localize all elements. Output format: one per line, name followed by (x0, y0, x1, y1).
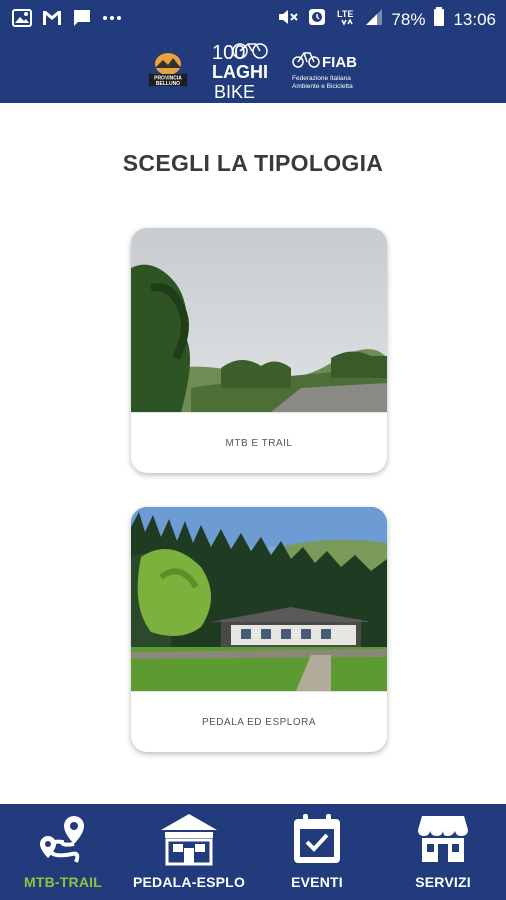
fiab-name: FIAB (322, 54, 357, 71)
nav-label: EVENTI (291, 874, 343, 890)
pedala-esplora-image (131, 507, 387, 691)
nav-pedala-esplo[interactable]: PEDALA-ESPLO (126, 804, 252, 900)
logo-100-mid: LAGHI (212, 62, 268, 82)
card-label: PEDALA ED ESPLORA (131, 691, 387, 752)
fiab-logo: FIAB Federazione Italiana Ambiente e Bic… (292, 48, 372, 92)
battery-icon (433, 7, 445, 32)
svg-text:LTE: LTE (337, 9, 353, 19)
message-icon (72, 8, 92, 33)
calendar-check-icon (291, 812, 343, 871)
app-header: PROVINCIA BELLUNO 100 LAGHI BIKE FIAB Fe… (0, 36, 506, 103)
nav-label: MTB-TRAIL (23, 874, 102, 890)
mtb-trail-image (131, 228, 387, 412)
clock: 13:06 (453, 9, 496, 29)
card-pedala-esplora[interactable]: PEDALA ED ESPLORA (131, 507, 387, 752)
more-icon (102, 8, 122, 33)
nav-label: SERVIZI (415, 874, 471, 890)
card-mtb-trail[interactable]: MTB E TRAIL (131, 228, 387, 473)
fiab-sub1: Federazione Italiana (292, 75, 351, 82)
page-title: SCEGLI LA TIPOLOGIA (122, 150, 384, 176)
pm-logo: PROVINCIA BELLUNO (147, 52, 189, 88)
image-icon (12, 8, 32, 33)
status-notifications (12, 8, 122, 33)
lte-icon: LTE (335, 6, 357, 33)
battery-percent: 78% (391, 9, 426, 29)
card-label: MTB E TRAIL (131, 412, 387, 473)
nav-eventi[interactable]: EVENTI (254, 804, 380, 900)
logo-100-top: 100 (212, 42, 245, 64)
status-bar: LTE 78% 13:06 (0, 0, 506, 36)
building-icon (159, 812, 219, 871)
logo-100-bottom: BIKE (214, 82, 255, 100)
nav-label: PEDALA-ESPLO (132, 874, 246, 890)
bottom-nav: MTB-TRAIL PEDALA-ESPLO EVENTI SERVIZI (0, 804, 506, 900)
status-system: LTE 78% 13:06 (277, 6, 496, 33)
gmail-icon (42, 9, 62, 32)
100-laghi-bike-logo: 100 LAGHI BIKE (210, 40, 272, 102)
pm-text2: BELLUNO (156, 81, 180, 87)
signal-icon (365, 8, 383, 31)
route-icon (36, 812, 90, 871)
shop-icon (416, 812, 470, 871)
fiab-sub2: Ambiente e Bicicletta (292, 83, 353, 90)
nav-mtb-trail[interactable]: MTB-TRAIL (0, 804, 126, 900)
nav-servizi[interactable]: SERVIZI (380, 804, 506, 900)
mute-icon (277, 7, 299, 32)
alarm-icon (307, 7, 327, 32)
